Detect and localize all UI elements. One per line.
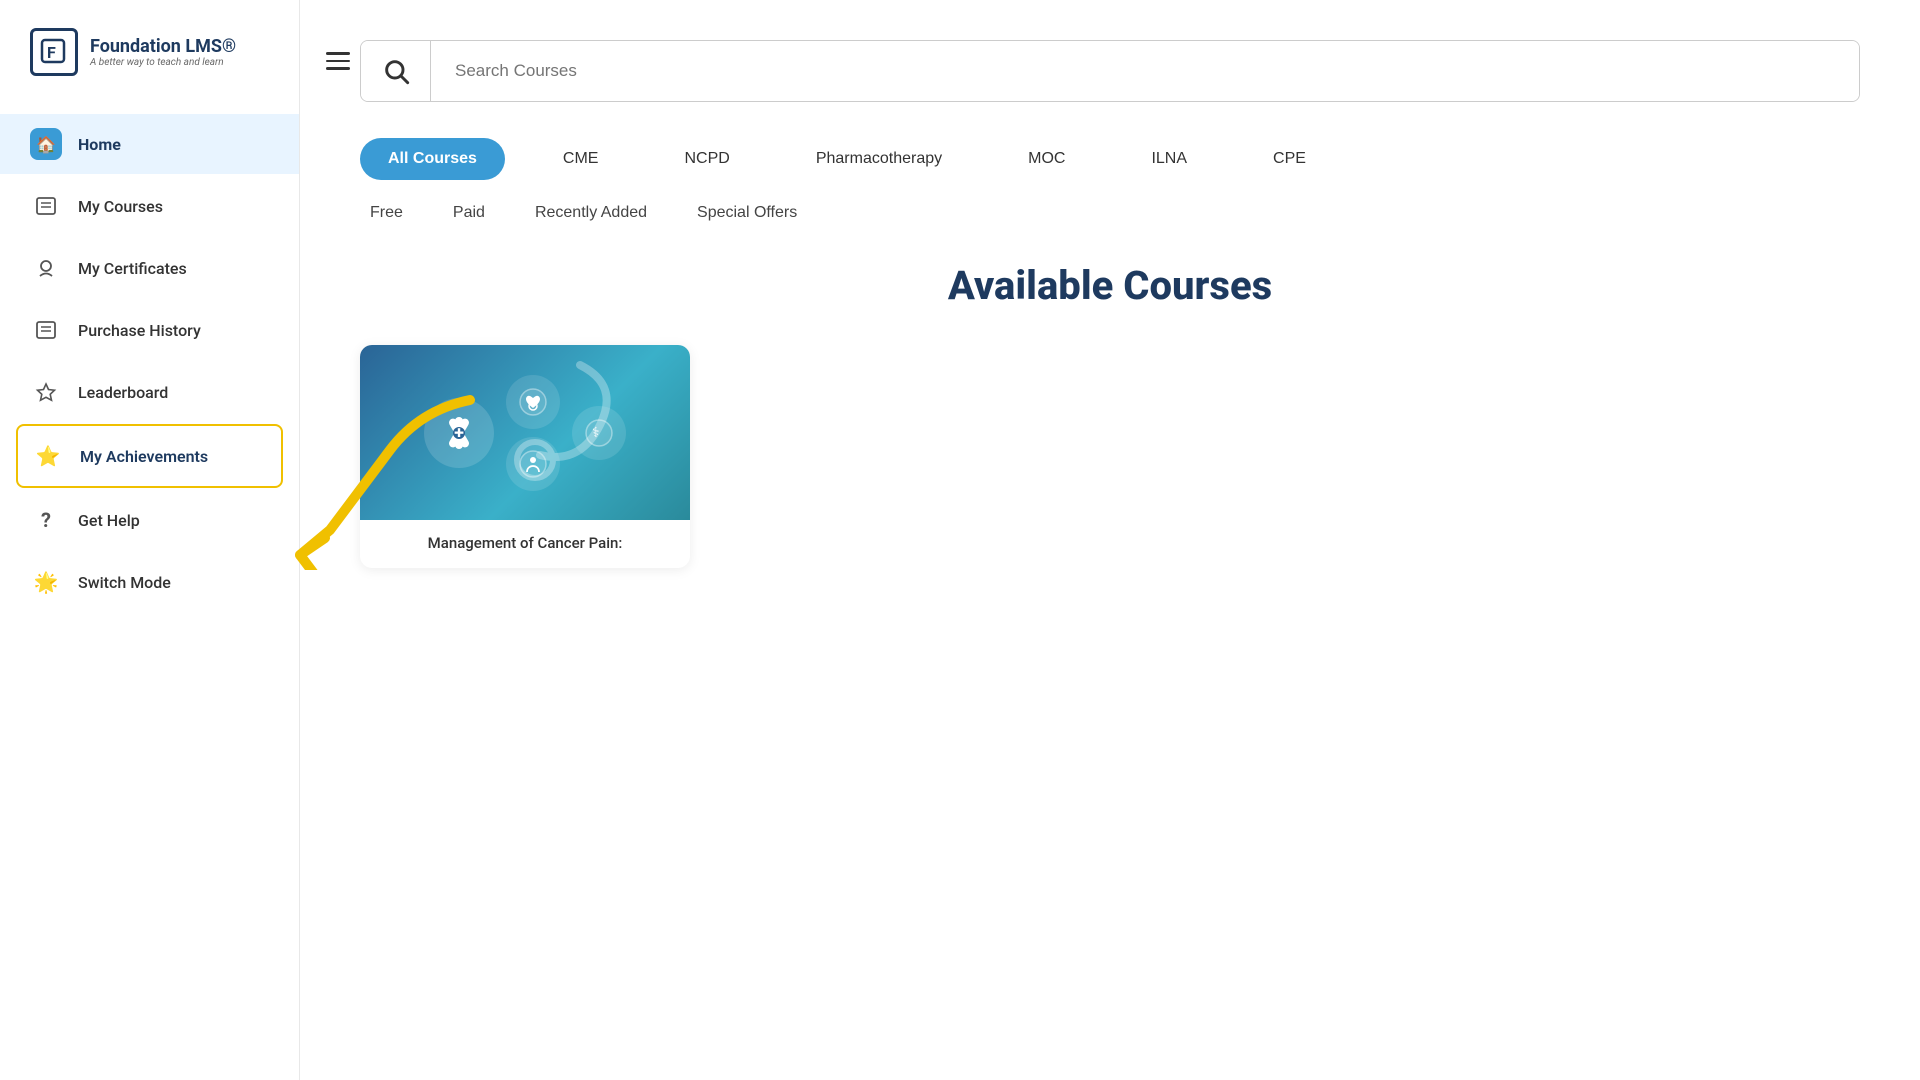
sidebar-item-switch-mode[interactable]: 🌟 Switch Mode	[0, 552, 299, 612]
tab-moc[interactable]: MOC	[1000, 138, 1093, 180]
sidebar-item-get-help-label: Get Help	[78, 511, 140, 530]
switch-mode-icon: 🌟	[30, 566, 62, 598]
logo-text: Foundation LMS® A better way to teach an…	[90, 36, 236, 69]
sidebar-item-purchase-history[interactable]: Purchase History	[0, 300, 299, 360]
svg-text:F: F	[47, 43, 56, 62]
main-content: All Courses CME NCPD Pharmacotherapy MOC…	[300, 0, 1920, 1080]
my-certificates-icon	[30, 252, 62, 284]
section-title: Available Courses	[360, 262, 1860, 309]
search-input[interactable]	[431, 41, 1859, 101]
leaderboard-icon	[30, 376, 62, 408]
course-card-image: ✚	[360, 345, 690, 520]
sidebar-item-my-achievements[interactable]: ⭐ My Achievements	[16, 424, 283, 488]
stethoscope-decoration	[360, 345, 690, 520]
tab-pharmacotherapy[interactable]: Pharmacotherapy	[788, 138, 970, 180]
tab-ncpd[interactable]: NCPD	[656, 138, 757, 180]
logo-icon: F	[30, 28, 78, 76]
courses-grid: ✚	[360, 345, 1860, 568]
sidebar-item-my-courses-label: My Courses	[78, 197, 163, 216]
tab-cpe[interactable]: CPE	[1245, 138, 1334, 180]
search-icon	[382, 57, 410, 85]
tab-recently-added[interactable]: Recently Added	[535, 204, 647, 222]
sidebar-item-switch-mode-label: Switch Mode	[78, 573, 171, 592]
tab-cme[interactable]: CME	[535, 138, 627, 180]
tab-ilna[interactable]: ILNA	[1123, 138, 1215, 180]
sidebar-item-my-achievements-label: My Achievements	[80, 447, 208, 466]
course-card-title: Management of Cancer Pain:	[376, 534, 674, 552]
tab-special-offers[interactable]: Special Offers	[697, 204, 797, 222]
sidebar-item-leaderboard[interactable]: Leaderboard	[0, 362, 299, 422]
nav-items: 🏠 Home My Courses My Certificate	[0, 104, 299, 622]
app-name: Foundation LMS®	[90, 36, 236, 58]
sidebar-item-my-certificates[interactable]: My Certificates	[0, 238, 299, 298]
logo-area: F Foundation LMS® A better way to teach …	[0, 0, 299, 104]
purchase-history-icon	[30, 314, 62, 346]
home-icon: 🏠	[30, 128, 62, 160]
tab-free[interactable]: Free	[370, 204, 403, 222]
search-bar-container	[360, 40, 1860, 102]
sidebar-item-my-certificates-label: My Certificates	[78, 259, 187, 278]
sidebar-item-home[interactable]: 🏠 Home	[0, 114, 299, 174]
my-achievements-icon: ⭐	[32, 440, 64, 472]
tab-all-courses[interactable]: All Courses	[360, 138, 505, 180]
course-card[interactable]: ✚	[360, 345, 690, 568]
course-card-body: Management of Cancer Pain:	[360, 520, 690, 568]
get-help-icon: ?	[30, 504, 62, 536]
app-tagline: A better way to teach and learn	[90, 57, 236, 68]
sidebar-item-home-label: Home	[78, 135, 121, 154]
primary-filter-tabs: All Courses CME NCPD Pharmacotherapy MOC…	[360, 138, 1860, 180]
search-button[interactable]	[361, 41, 431, 101]
sidebar-item-leaderboard-label: Leaderboard	[78, 383, 168, 402]
sidebar: F Foundation LMS® A better way to teach …	[0, 0, 300, 1080]
secondary-filter-tabs: Free Paid Recently Added Special Offers	[360, 204, 1860, 222]
sidebar-item-my-courses[interactable]: My Courses	[0, 176, 299, 236]
tab-paid[interactable]: Paid	[453, 204, 485, 222]
sidebar-item-get-help[interactable]: ? Get Help	[0, 490, 299, 550]
my-courses-icon	[30, 190, 62, 222]
sidebar-item-purchase-history-label: Purchase History	[78, 321, 201, 340]
